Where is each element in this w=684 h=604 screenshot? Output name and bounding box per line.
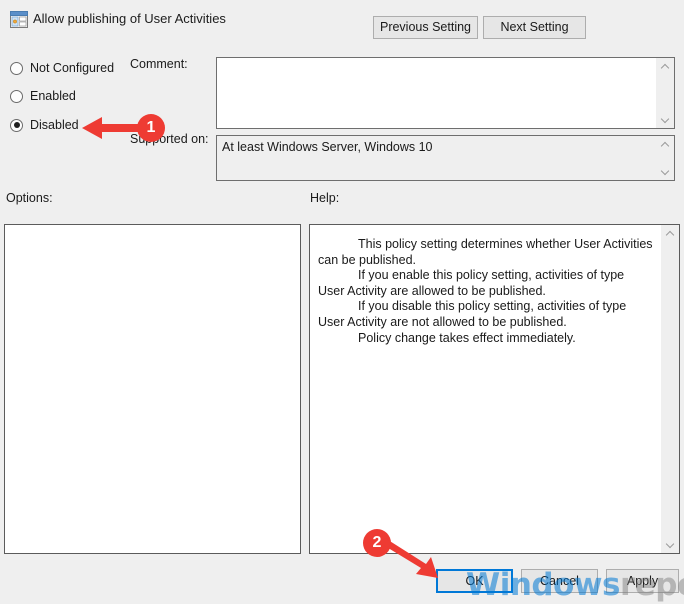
radio-disabled[interactable]: Disabled: [10, 115, 79, 135]
options-section-label: Options:: [6, 191, 53, 205]
help-paragraph: If you enable this policy setting, activ…: [318, 268, 625, 298]
supported-on-value: At least Windows Server, Windows 10: [217, 136, 656, 180]
radio-label-not-configured: Not Configured: [30, 61, 115, 75]
help-paragraph: If you disable this policy setting, acti…: [318, 299, 627, 329]
next-setting-button[interactable]: Next Setting: [483, 16, 586, 39]
cancel-button[interactable]: Cancel: [521, 569, 598, 593]
scroll-down-icon[interactable]: [662, 536, 679, 553]
help-text-content: This policy setting determines whether U…: [310, 225, 661, 553]
policy-setting-icon: [10, 11, 28, 28]
options-panel[interactable]: [4, 224, 301, 554]
radio-circle-selected-icon: [10, 118, 23, 132]
supported-on-textbox: At least Windows Server, Windows 10: [216, 135, 675, 181]
radio-circle-icon: [10, 89, 23, 103]
scroll-up-icon[interactable]: [662, 225, 679, 242]
radio-circle-icon: [10, 61, 23, 75]
dialog-title-bar: Allow publishing of User Activities Prev…: [0, 0, 684, 44]
scroll-up-icon[interactable]: [657, 58, 674, 75]
radio-enabled[interactable]: Enabled: [10, 86, 76, 106]
ok-button[interactable]: OK: [436, 569, 513, 593]
comment-input[interactable]: [217, 58, 656, 128]
comment-textbox[interactable]: [216, 57, 675, 129]
help-paragraph: Policy change takes effect immediately.: [358, 330, 576, 345]
comment-scrollbar[interactable]: [656, 58, 674, 128]
radio-label-disabled: Disabled: [30, 118, 79, 132]
comment-label: Comment:: [130, 57, 188, 71]
page-title: Allow publishing of User Activities: [33, 11, 226, 26]
previous-setting-button[interactable]: Previous Setting: [373, 16, 478, 39]
annotation-badge-1: 1: [146, 119, 156, 136]
scroll-up-icon[interactable]: [657, 136, 674, 153]
scroll-down-icon[interactable]: [657, 163, 674, 180]
apply-button[interactable]: Apply: [606, 569, 679, 593]
supported-on-scrollbar[interactable]: [656, 136, 674, 180]
help-scrollbar[interactable]: [661, 225, 679, 553]
scroll-down-icon[interactable]: [657, 111, 674, 128]
help-panel[interactable]: This policy setting determines whether U…: [309, 224, 680, 554]
radio-label-enabled: Enabled: [30, 89, 76, 103]
annotation-badge-2: 2: [372, 534, 382, 551]
help-paragraph: This policy setting determines whether U…: [318, 237, 653, 267]
help-section-label: Help:: [310, 191, 340, 205]
radio-not-configured[interactable]: Not Configured: [10, 58, 114, 78]
